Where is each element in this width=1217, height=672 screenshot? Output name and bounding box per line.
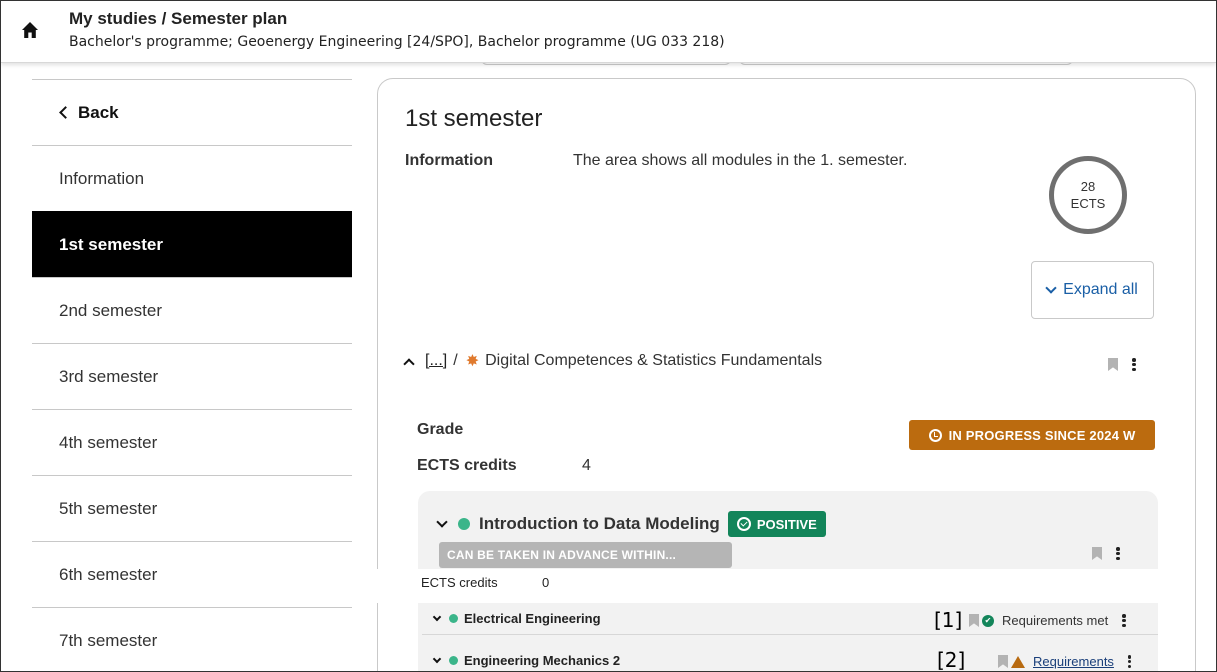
sidebar-item-label: 7th semester [59,630,158,650]
status-badge-text: IN PROGRESS SINCE 2024 W [948,427,1136,443]
check-circle-icon [736,517,751,531]
bookmark-icon[interactable] [969,614,979,627]
sidebar-item-5th-semester[interactable]: 5th semester [32,475,352,541]
submodule-name: Introduction to Data Modeling [479,514,720,533]
chevron-down-icon[interactable] [432,612,442,622]
expand-all-button[interactable]: Expand all [1031,261,1154,319]
information-text: The area shows all modules in the 1. sem… [573,152,908,169]
bookmark-icon[interactable] [1092,547,1102,560]
semester-sidebar: Back Information 1st semester 2nd semest… [32,79,352,671]
chevron-down-icon[interactable] [436,515,448,528]
module-star-icon: ✸ [465,353,480,370]
advance-badge: CAN BE TAKEN IN ADVANCE WITHIN... [439,542,732,568]
status-dot-icon [449,656,458,665]
programme-subtitle: Bachelor's programme; Geoenergy Engineer… [69,34,725,50]
status-dot-icon [449,614,458,623]
annotation-marker: [2] [937,648,966,672]
bookmark-icon[interactable] [998,655,1008,668]
bookmark-icon[interactable] [1108,358,1118,371]
annotation-marker: [1] [934,608,963,632]
submodule-ects-value: 0 [542,575,550,590]
breadcrumb-separator: / [453,352,458,369]
home-icon[interactable] [21,21,39,39]
warning-icon [1011,655,1025,668]
submodule-actions [1092,547,1120,560]
page-title: My studies / Semester plan [69,9,288,28]
chevron-up-icon[interactable] [403,357,415,370]
semester-title: 1st semester [405,105,543,132]
sidebar-item-label: 3rd semester [59,366,159,386]
sidebar-item-6th-semester[interactable]: 6th semester [32,541,352,607]
ects-credits-label: ECTS credits [417,457,517,474]
breadcrumb-ellipsis-link[interactable]: [...] [425,352,447,370]
ects-total-ring: 28 ECTS [1049,156,1127,234]
back-label: Back [78,102,119,122]
submodule-ects-label: ECTS credits [421,575,498,590]
sidebar-item-4th-semester[interactable]: 4th semester [32,409,352,475]
module-header[interactable]: [...] / ✸ Digital Competences & Statisti… [403,351,823,371]
grade-badge: POSITIVE [727,511,826,537]
chevron-down-icon[interactable] [432,654,442,664]
grade-badge-text: POSITIVE [756,516,817,532]
course-actions: ✔ Requirements met [969,613,1126,628]
chevron-down-icon [1045,282,1057,294]
more-options-icon[interactable] [1127,655,1132,668]
course-name: Engineering Mechanics 2 [464,653,621,668]
module-name: Digital Competences & Statistics Fundame… [485,352,823,369]
check-icon: ✔ [982,614,994,627]
more-options-icon[interactable] [1122,614,1126,627]
status-dot-icon [458,518,470,530]
submodule-header[interactable]: Introduction to Data Modeling POSITIVE [436,511,826,537]
more-options-icon[interactable] [1116,547,1120,560]
grade-label: Grade [417,421,464,438]
ects-total-value: 28 [1080,179,1096,194]
sidebar-item-label: 4th semester [59,432,158,452]
sidebar-item-7th-semester[interactable]: 7th semester [32,607,352,671]
sidebar-item-label: Information [59,168,145,188]
app-frame: My studies / Semester plan Bachelor's pr… [0,0,1217,672]
clock-icon [928,428,942,442]
sidebar-item-3rd-semester[interactable]: 3rd semester [32,343,352,409]
submodule-ects-area [377,569,1195,603]
course-name: Electrical Engineering [464,611,601,626]
ects-total-unit: ECTS [1070,196,1106,211]
page-header: My studies / Semester plan Bachelor's pr… [1,1,1216,63]
sidebar-item-label: 6th semester [59,564,158,584]
course-actions: Requirements [998,654,1132,669]
information-label: Information [405,152,493,169]
requirements-status: Requirements met [1002,613,1109,628]
expand-all-label: Expand all [1063,281,1138,298]
module-actions [1108,358,1136,371]
sidebar-item-information[interactable]: Information [32,145,352,211]
ects-credits-value: 4 [582,457,591,474]
more-options-icon[interactable] [1132,358,1136,371]
sidebar-item-2nd-semester[interactable]: 2nd semester [32,277,352,343]
sidebar-item-label: 2nd semester [59,300,162,320]
back-button[interactable]: Back [32,79,352,145]
status-badge: IN PROGRESS SINCE 2024 W [909,420,1155,450]
sidebar-item-1st-semester[interactable]: 1st semester [32,211,352,277]
chevron-left-icon [59,106,72,119]
sidebar-item-label: 1st semester [59,234,163,254]
requirements-link[interactable]: Requirements [1033,654,1114,669]
sidebar-item-label: 5th semester [59,498,158,518]
